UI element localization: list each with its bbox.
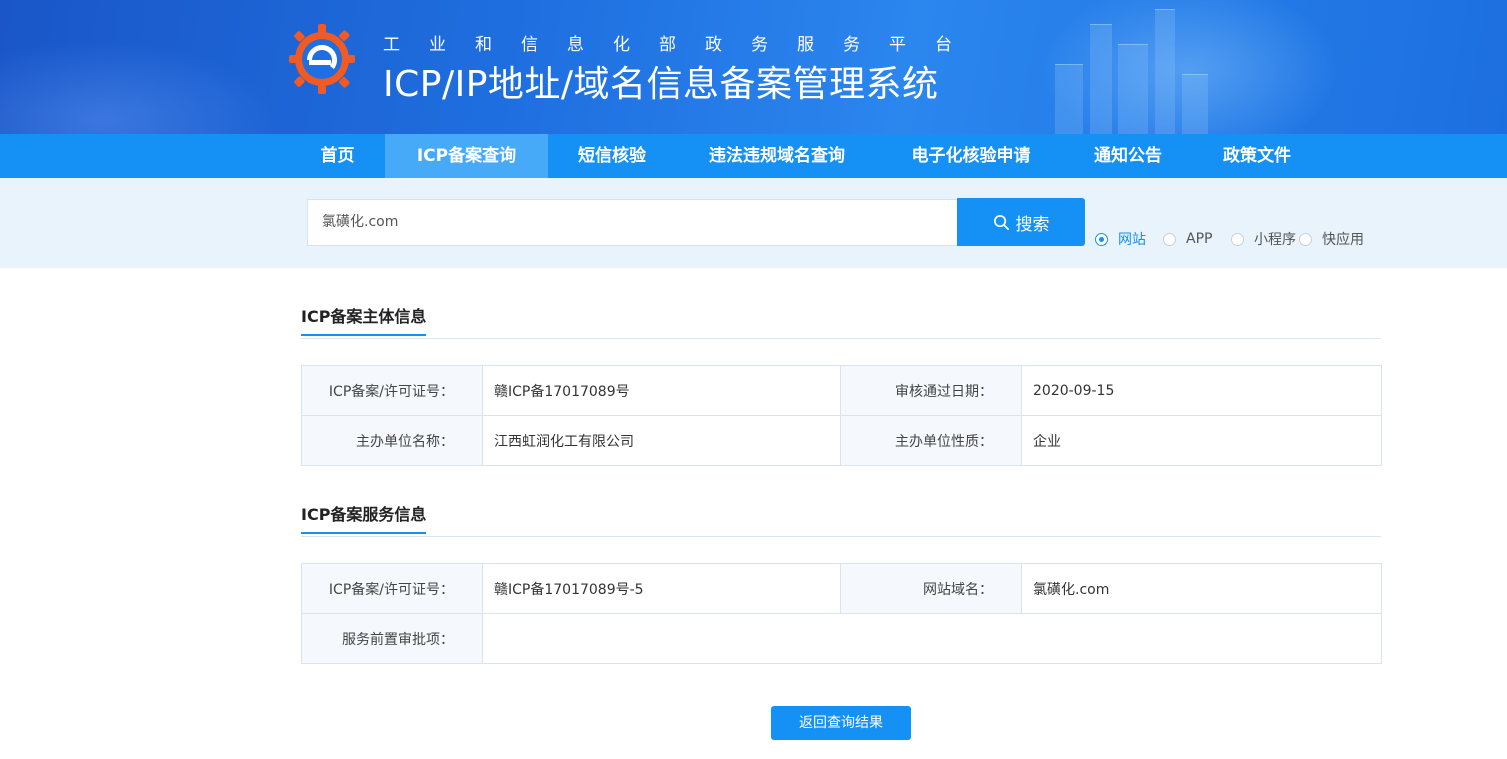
radio-label: APP <box>1186 231 1213 247</box>
pre-approval-value <box>482 613 1382 664</box>
service-info-table: ICP备案/许可证号： 赣ICP备17017089号-5 网站域名： 氯磺化.c… <box>301 563 1382 664</box>
radio-app[interactable]: APP <box>1163 229 1212 249</box>
service-license-number-value: 赣ICP备17017089号-5 <box>482 563 841 614</box>
field-label: ICP备案/许可证号： <box>301 563 483 614</box>
banner-decoration <box>1090 24 1112 134</box>
radio-quick-app[interactable]: 快应用 <box>1299 229 1364 249</box>
radio-label: 小程序 <box>1254 232 1296 248</box>
platform-subtitle: 工业和信息化部政务服务平台 <box>383 35 981 55</box>
section-divider <box>301 536 1381 537</box>
subject-info-table: ICP备案/许可证号： 赣ICP备17017089号 审核通过日期： 2020-… <box>301 365 1382 466</box>
search-button[interactable]: 搜索 <box>957 198 1085 246</box>
section-title-service: ICP备案服务信息 <box>301 501 427 534</box>
organizer-name-value: 江西虹润化工有限公司 <box>482 415 841 466</box>
nav-icp-query[interactable]: ICP备案查询 <box>385 134 548 178</box>
banner-decoration <box>1118 44 1148 134</box>
nav-notices[interactable]: 通知公告 <box>1064 134 1192 178</box>
search-panel: 氯磺化.com 搜索 网站 APP 小程序 快应用 <box>0 178 1507 268</box>
section-title-subject: ICP备案主体信息 <box>301 303 427 336</box>
nav-home[interactable]: 首页 <box>290 134 385 178</box>
field-label: 服务前置审批项： <box>301 613 483 664</box>
banner-decoration <box>1055 64 1083 134</box>
domain-name-value: 氯磺化.com <box>1021 563 1382 614</box>
banner-decoration <box>1182 74 1208 134</box>
organizer-type-value: 企业 <box>1021 415 1382 466</box>
field-label: 网站域名： <box>840 563 1022 614</box>
nav-illegal-domain-query[interactable]: 违法违规域名查询 <box>676 134 878 178</box>
banner-decoration <box>1155 9 1175 134</box>
radio-checked-icon <box>1095 232 1108 246</box>
table-row: ICP备案/许可证号： 赣ICP备17017089号-5 网站域名： 氯磺化.c… <box>301 563 1382 614</box>
search-button-label: 搜索 <box>1015 214 1050 235</box>
radio-unchecked-icon <box>1163 232 1176 246</box>
field-label: 主办单位名称： <box>301 415 483 466</box>
table-row: 主办单位名称： 江西虹润化工有限公司 主办单位性质： 企业 <box>301 415 1382 466</box>
search-icon <box>993 214 1009 230</box>
radio-unchecked-icon <box>1231 232 1244 246</box>
nav-policy-docs[interactable]: 政策文件 <box>1192 134 1322 178</box>
field-label: 主办单位性质： <box>840 415 1022 466</box>
license-number-value: 赣ICP备17017089号 <box>482 365 841 416</box>
header-banner: 工业和信息化部政务服务平台 ICP/IP地址/域名信息备案管理系统 <box>0 0 1507 134</box>
search-input[interactable]: 氯磺化.com <box>307 199 958 246</box>
system-title: ICP/IP地址/域名信息备案管理系统 <box>383 64 939 105</box>
field-label: ICP备案/许可证号： <box>301 365 483 416</box>
banner-glow <box>0 40 280 134</box>
gear-e-logo-icon <box>289 24 355 94</box>
radio-mini-program[interactable]: 小程序 <box>1231 229 1296 249</box>
field-label: 审核通过日期： <box>840 365 1022 416</box>
section-divider <box>301 338 1381 339</box>
nav-electronic-verify[interactable]: 电子化核验申请 <box>878 134 1064 178</box>
back-to-results-button[interactable]: 返回查询结果 <box>771 706 911 740</box>
radio-label: 网站 <box>1118 232 1146 248</box>
radio-website[interactable]: 网站 <box>1095 229 1146 249</box>
table-row: ICP备案/许可证号： 赣ICP备17017089号 审核通过日期： 2020-… <box>301 365 1382 416</box>
radio-label: 快应用 <box>1322 232 1364 248</box>
main-nav: 首页 ICP备案查询 短信核验 违法违规域名查询 电子化核验申请 通知公告 政策… <box>0 134 1507 178</box>
table-row: 服务前置审批项： <box>301 613 1382 664</box>
approval-date-value: 2020-09-15 <box>1021 365 1382 416</box>
nav-sms-verify[interactable]: 短信核验 <box>548 134 676 178</box>
radio-unchecked-icon <box>1299 232 1312 246</box>
